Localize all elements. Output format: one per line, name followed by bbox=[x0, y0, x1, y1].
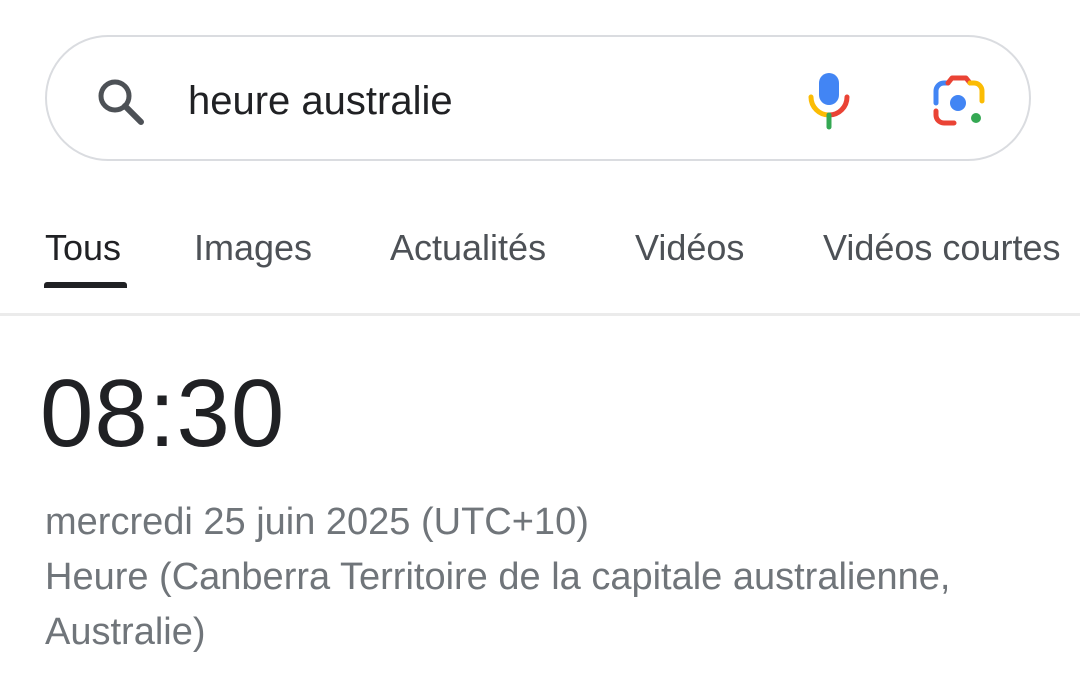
date-and-timezone: mercredi 25 juin 2025 (UTC+10) bbox=[45, 501, 589, 543]
local-time: 08:30 bbox=[40, 360, 286, 467]
tab-actualites[interactable]: Actualités bbox=[390, 226, 546, 270]
microphone-icon[interactable] bbox=[803, 71, 855, 131]
tab-images[interactable]: Images bbox=[194, 226, 312, 270]
search-icon[interactable] bbox=[95, 76, 147, 128]
search-input[interactable] bbox=[188, 75, 748, 127]
active-tab-indicator bbox=[44, 282, 127, 288]
tab-tous[interactable]: Tous bbox=[45, 226, 121, 270]
search-bar[interactable] bbox=[45, 35, 1031, 161]
google-lens-icon[interactable] bbox=[932, 75, 988, 127]
tab-videos[interactable]: Vidéos bbox=[635, 226, 744, 270]
time-location: Heure (Canberra Territoire de la capital… bbox=[45, 556, 951, 653]
search-results-page: Tous Images Actualités Vidéos Vidéos cou… bbox=[0, 0, 1080, 686]
search-tabs: Tous Images Actualités Vidéos Vidéos cou… bbox=[0, 200, 1080, 316]
tab-videos-courtes[interactable]: Vidéos courtes bbox=[823, 226, 1060, 270]
